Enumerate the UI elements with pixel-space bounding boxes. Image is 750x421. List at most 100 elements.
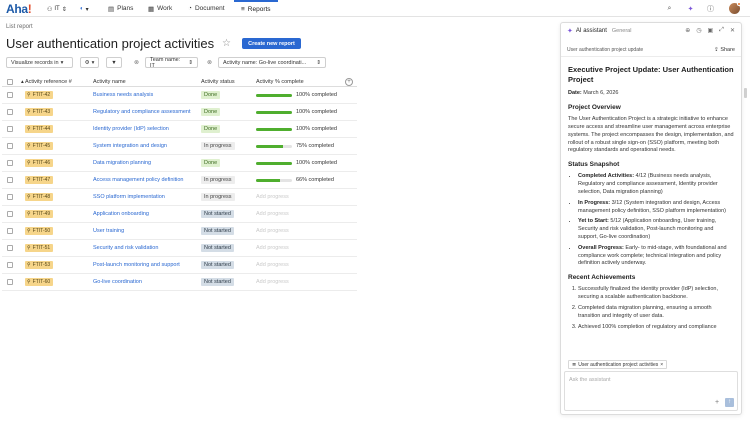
- activity-name-link[interactable]: Application onboarding: [93, 211, 149, 217]
- send-button[interactable]: ↑: [725, 398, 734, 407]
- activity-name-link[interactable]: Identity provider (IdP) selection: [93, 126, 169, 132]
- add-column-icon[interactable]: +: [345, 78, 353, 86]
- team-name-filter[interactable]: Team name: IT ⇕: [145, 57, 198, 69]
- table-row[interactable]: ⚲ FTIT-51 Security and risk validation Not …: [2, 240, 357, 257]
- row-checkbox[interactable]: [6, 92, 13, 98]
- star-icon[interactable]: ☆: [222, 38, 231, 49]
- activity-name-link[interactable]: System integration and design: [93, 143, 167, 149]
- activity-name-filter[interactable]: Activity name: Go-live coordinati... ⇕: [218, 57, 326, 68]
- status-badge[interactable]: Done: [201, 91, 221, 99]
- panel-context-tag[interactable]: General: [612, 28, 632, 34]
- activity-name-link[interactable]: Business needs analysis: [93, 92, 153, 98]
- table-row[interactable]: ⚲ FTIT-50 User training Not started Add prog…: [2, 223, 357, 240]
- aha-logo[interactable]: Aha!: [6, 2, 32, 16]
- activity-name-link[interactable]: Security and risk validation: [93, 245, 158, 251]
- table-row[interactable]: ⚲ FTIT-53 Post-launch monitoring and suppo…: [2, 257, 357, 274]
- activity-name-link[interactable]: Data migration planning: [93, 160, 151, 166]
- row-checkbox[interactable]: [6, 177, 13, 183]
- dock-icon[interactable]: ▣: [707, 27, 713, 34]
- tab-work[interactable]: ▦ Work: [148, 0, 172, 17]
- activity-ref-badge[interactable]: ⚲ FTIT-51: [25, 244, 54, 252]
- activity-ref-badge[interactable]: ⚲ FTIT-49: [25, 210, 54, 218]
- progress-cell[interactable]: 66% completed: [256, 177, 347, 183]
- row-checkbox[interactable]: [6, 211, 13, 217]
- tab-plans[interactable]: ▤ Plans: [108, 0, 133, 17]
- add-progress-placeholder[interactable]: Add progress: [256, 279, 289, 285]
- activity-name-link[interactable]: Access management policy definition: [93, 177, 184, 183]
- activity-ref-badge[interactable]: ⚲ FTIT-48: [25, 193, 54, 201]
- column-header-ref[interactable]: ▴ Activity reference #: [17, 79, 89, 85]
- row-checkbox[interactable]: [6, 194, 13, 200]
- scrollbar[interactable]: [744, 88, 747, 98]
- filter-button[interactable]: ▼: [106, 57, 122, 68]
- column-header-name[interactable]: Activity name: [89, 79, 197, 85]
- status-badge[interactable]: Done: [201, 108, 221, 116]
- ai-sparkle-icon[interactable]: ✦: [685, 3, 696, 14]
- row-checkbox[interactable]: [6, 228, 13, 234]
- status-badge[interactable]: Not started: [201, 261, 234, 269]
- row-checkbox[interactable]: [6, 245, 13, 251]
- add-progress-placeholder[interactable]: Add progress: [256, 262, 289, 268]
- activity-name-link[interactable]: Post-launch monitoring and support: [93, 262, 180, 268]
- table-row[interactable]: ⚲ FTIT-47 Access management policy definit…: [2, 172, 357, 189]
- activity-ref-badge[interactable]: ⚲ FTIT-47: [25, 176, 54, 184]
- status-badge[interactable]: Not started: [201, 244, 234, 252]
- select-all-checkbox[interactable]: [6, 78, 13, 85]
- status-badge[interactable]: In progress: [201, 142, 235, 150]
- progress-cell[interactable]: 100% completed: [256, 160, 347, 166]
- add-progress-placeholder[interactable]: Add progress: [256, 194, 289, 200]
- context-chip[interactable]: ≣ User authentication project activities…: [568, 360, 668, 369]
- table-row[interactable]: ⚲ FTIT-46 Data migration planning Done 100% …: [2, 155, 357, 172]
- visualize-records-dropdown[interactable]: Visualize records in ▾: [6, 57, 73, 68]
- attach-icon[interactable]: +: [713, 399, 721, 407]
- status-badge[interactable]: Not started: [201, 210, 234, 218]
- remove-context-icon[interactable]: ×: [660, 362, 663, 368]
- expand-icon[interactable]: ⤢: [719, 27, 724, 34]
- search-icon[interactable]: ⌕: [664, 3, 675, 14]
- status-badge[interactable]: Done: [201, 159, 221, 167]
- workspace-switcher[interactable]: ⚇ IT ⇕: [47, 4, 67, 14]
- row-checkbox[interactable]: [6, 262, 13, 268]
- clear-filter-icon[interactable]: ⊗: [204, 57, 215, 68]
- activity-ref-badge[interactable]: ⚲ FTIT-60: [25, 278, 54, 286]
- status-badge[interactable]: Done: [201, 125, 221, 133]
- column-header-status[interactable]: Activity status: [197, 79, 252, 85]
- tab-document[interactable]: ◔ Document: [188, 0, 225, 17]
- breadcrumb[interactable]: List report: [6, 24, 33, 30]
- status-badge[interactable]: Not started: [201, 227, 234, 235]
- help-icon[interactable]: ⓘ: [705, 3, 716, 14]
- quick-create-menu[interactable]: ◐ ▾: [80, 4, 89, 14]
- activity-ref-badge[interactable]: ⚲ FTIT-44: [25, 125, 54, 133]
- activity-name-link[interactable]: Go-live coordination: [93, 279, 142, 285]
- table-row[interactable]: ⚲ FTIT-49 Application onboarding Not starte…: [2, 206, 357, 223]
- activity-ref-badge[interactable]: ⚲ FTIT-42: [25, 91, 54, 99]
- activity-name-link[interactable]: SSO platform implementation: [93, 194, 165, 200]
- close-icon[interactable]: ✕: [730, 27, 735, 34]
- row-checkbox[interactable]: [6, 109, 13, 115]
- row-checkbox[interactable]: [6, 279, 13, 285]
- row-checkbox[interactable]: [6, 126, 13, 132]
- table-row[interactable]: ⚲ FTIT-48 SSO platform implementation In pr…: [2, 189, 357, 206]
- activity-ref-badge[interactable]: ⚲ FTIT-43: [25, 108, 54, 116]
- status-badge[interactable]: Not started: [201, 278, 234, 286]
- add-progress-placeholder[interactable]: Add progress: [256, 211, 289, 217]
- activity-name-link[interactable]: User training: [93, 228, 124, 234]
- progress-cell[interactable]: 100% completed: [256, 92, 347, 98]
- activity-ref-badge[interactable]: ⚲ FTIT-46: [25, 159, 54, 167]
- tab-reports[interactable]: ≡ Reports: [234, 0, 278, 17]
- history-icon[interactable]: ◷: [696, 27, 701, 34]
- progress-cell[interactable]: 75% completed: [256, 143, 347, 149]
- table-row[interactable]: ⚲ FTIT-42 Business needs analysis Done 100% …: [2, 87, 357, 104]
- progress-cell[interactable]: 100% completed: [256, 109, 347, 115]
- add-progress-placeholder[interactable]: Add progress: [256, 245, 289, 251]
- activity-ref-badge[interactable]: ⚲ FTIT-50: [25, 227, 54, 235]
- add-progress-placeholder[interactable]: Add progress: [256, 228, 289, 234]
- table-row[interactable]: ⚲ FTIT-43 Regulatory and compliance assess…: [2, 104, 357, 121]
- table-row[interactable]: ⚲ FTIT-44 Identity provider (IdP) selectio…: [2, 121, 357, 138]
- row-checkbox[interactable]: [6, 160, 13, 166]
- activity-name-link[interactable]: Regulatory and compliance assessment: [93, 109, 191, 115]
- table-row[interactable]: ⚲ FTIT-45 System integration and design In …: [2, 138, 357, 155]
- create-new-report-button[interactable]: Create new report: [242, 38, 301, 49]
- activity-ref-badge[interactable]: ⚲ FTIT-53: [25, 261, 54, 269]
- activity-ref-badge[interactable]: ⚲ FTIT-45: [25, 142, 54, 150]
